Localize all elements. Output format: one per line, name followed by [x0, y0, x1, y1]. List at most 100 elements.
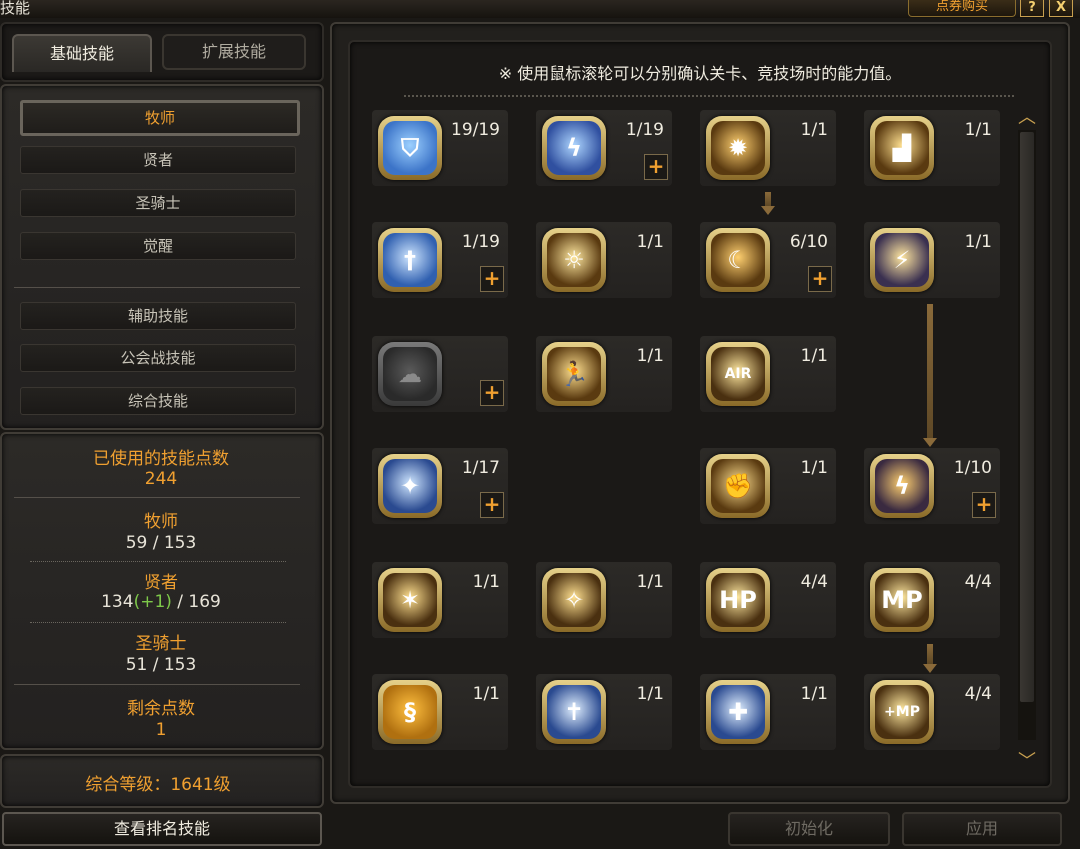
skill-icon-frame[interactable]: HP: [706, 568, 770, 632]
skill-icon-frame[interactable]: ✹: [706, 116, 770, 180]
skill-plus-button[interactable]: +: [644, 154, 668, 180]
scroll-down-icon[interactable]: ﹀: [1016, 752, 1038, 772]
skill-slot-mp-plus[interactable]: +MP 4/4: [864, 674, 1000, 750]
skill-plus-button[interactable]: +: [480, 380, 504, 406]
lightning-icon: ϟ: [547, 121, 601, 175]
skill-slot-runner[interactable]: 🏃 1/1: [536, 336, 672, 412]
skill-slot-hp[interactable]: HP 4/4: [700, 562, 836, 638]
skill-slot-heal-cross[interactable]: ✚ 1/1: [700, 674, 836, 750]
skill-icon-frame[interactable]: ☼: [542, 228, 606, 292]
skill-slot-lightning[interactable]: ϟ 1/19 +: [536, 110, 672, 186]
skill-plus-button[interactable]: +: [808, 266, 832, 292]
hint-text: ※ 使用鼠标滚轮可以分别确认关卡、竞技场时的能力值。: [498, 64, 902, 83]
skill-icon-frame[interactable]: MP: [870, 568, 934, 632]
close-button[interactable]: X: [1049, 0, 1073, 17]
connector-arrowhead: [923, 438, 937, 447]
category-support[interactable]: 辅助技能: [20, 302, 296, 330]
skill-slot-strike[interactable]: ✹ 1/1: [700, 110, 836, 186]
connector-arrow: [765, 192, 771, 206]
skill-level: 4/4: [964, 684, 992, 704]
skill-icon-frame[interactable]: ✚: [706, 680, 770, 744]
uppercut-icon: ✊: [711, 459, 765, 513]
skill-icon-frame[interactable]: ⛉: [378, 116, 442, 180]
skill-icon-frame[interactable]: ⚡: [870, 228, 934, 292]
apply-button[interactable]: 应用: [902, 812, 1062, 846]
category-guild-war[interactable]: 公会战技能: [20, 344, 296, 372]
skill-level: 1/1: [636, 232, 664, 252]
skill-icon-frame[interactable]: ϟ: [870, 454, 934, 518]
category-general[interactable]: 综合技能: [20, 387, 296, 415]
skill-icon-frame[interactable]: ☾: [706, 228, 770, 292]
skill-icon-frame[interactable]: 🏃: [542, 342, 606, 406]
skill-icon-frame[interactable]: ✝: [542, 680, 606, 744]
scrollbar-thumb[interactable]: [1020, 132, 1034, 702]
skill-level: 1/1: [964, 120, 992, 140]
skill-plus-button[interactable]: +: [480, 266, 504, 292]
scroll-up-icon[interactable]: ︿: [1016, 108, 1038, 128]
skill-icon-frame[interactable]: ϟ: [542, 116, 606, 180]
skill-level: 1/19: [461, 232, 500, 252]
skill-icon-frame[interactable]: ▟: [870, 116, 934, 180]
skill-level: 6/10: [789, 232, 828, 252]
connector-arrow: [927, 644, 933, 664]
skill-plus-button[interactable]: +: [972, 492, 996, 518]
skill-level: 1/1: [472, 572, 500, 592]
skill-slot-swirl[interactable]: ☾ 6/10 +: [700, 222, 836, 298]
runner-icon: 🏃: [547, 347, 601, 401]
skill-slot-locked-smoke[interactable]: ☁ +: [372, 336, 508, 412]
skill-slot-rise[interactable]: ✧ 1/1: [536, 562, 672, 638]
locked-smoke-icon: ☁: [383, 347, 437, 401]
skill-slot-air[interactable]: AIR 1/1: [700, 336, 836, 412]
skill-slot-cross-shield[interactable]: ✝ 1/1: [536, 674, 672, 750]
priest-points-label: 牧师: [144, 512, 178, 532]
skill-slot-mp[interactable]: MP 4/4: [864, 562, 1000, 638]
skill-slot-burst[interactable]: ✶ 1/1: [372, 562, 508, 638]
sage-bonus: (+1): [133, 592, 172, 612]
reset-button[interactable]: 初始化: [728, 812, 890, 846]
sun-figure-icon: ☼: [547, 233, 601, 287]
help-button[interactable]: ?: [1020, 0, 1044, 17]
class-item-awakening[interactable]: 觉醒: [20, 232, 296, 260]
strike-icon: ✹: [711, 121, 765, 175]
skill-icon-frame[interactable]: +MP: [870, 680, 934, 744]
connector-arrowhead: [761, 206, 775, 215]
skill-slot-lightning-kick[interactable]: ϟ 1/10 +: [864, 448, 1000, 524]
skill-icon-frame[interactable]: ✦: [378, 454, 442, 518]
skill-icon-frame[interactable]: ✶: [378, 568, 442, 632]
skill-slot-star-orb[interactable]: ✦ 1/17 +: [372, 448, 508, 524]
skill-slot-cross-orb[interactable]: † 1/19 +: [372, 222, 508, 298]
skill-slot-shield[interactable]: ⛉ 19/19: [372, 110, 508, 186]
skill-icon-frame[interactable]: §: [378, 680, 442, 744]
buy-button[interactable]: 点券购买: [908, 0, 1016, 17]
skill-plus-button[interactable]: +: [480, 492, 504, 518]
skill-icon-frame[interactable]: ☁: [378, 342, 442, 406]
class-item-paladin[interactable]: 圣骑士: [20, 189, 296, 217]
skill-slot-dragon[interactable]: § 1/1: [372, 674, 508, 750]
shield-icon: ⛉: [383, 121, 437, 175]
remaining-points-value: 1: [155, 720, 167, 740]
dragon-icon: §: [383, 685, 437, 739]
skill-level: 1/1: [636, 684, 664, 704]
window-title: 技能: [0, 0, 31, 17]
rise-icon: ✧: [547, 573, 601, 627]
class-item-priest[interactable]: 牧师: [20, 100, 300, 136]
view-ranking-button[interactable]: 查看排名技能: [2, 812, 322, 846]
skill-level: 1/1: [800, 684, 828, 704]
tab-basic-skills[interactable]: 基础技能: [12, 34, 152, 72]
tab-extended-skills[interactable]: 扩展技能: [162, 34, 306, 70]
skill-icon-frame[interactable]: AIR: [706, 342, 770, 406]
skill-icon-frame[interactable]: ✊: [706, 454, 770, 518]
skill-icon-frame[interactable]: †: [378, 228, 442, 292]
connector-arrowhead: [923, 664, 937, 673]
class-item-sage[interactable]: 贤者: [20, 146, 296, 174]
mp-plus-icon: +MP: [875, 685, 929, 739]
priest-points-value: 59 / 153: [125, 533, 197, 553]
skill-slot-boot[interactable]: ▟ 1/1: [864, 110, 1000, 186]
skill-slot-uppercut[interactable]: ✊ 1/1: [700, 448, 836, 524]
cross-shield-icon: ✝: [547, 685, 601, 739]
skill-slot-slash[interactable]: ⚡ 1/1: [864, 222, 1000, 298]
skill-icon-frame[interactable]: ✧: [542, 568, 606, 632]
skill-slot-sun-figure[interactable]: ☼ 1/1: [536, 222, 672, 298]
skill-level: 1/17: [461, 458, 500, 478]
mp-icon: MP: [875, 573, 929, 627]
